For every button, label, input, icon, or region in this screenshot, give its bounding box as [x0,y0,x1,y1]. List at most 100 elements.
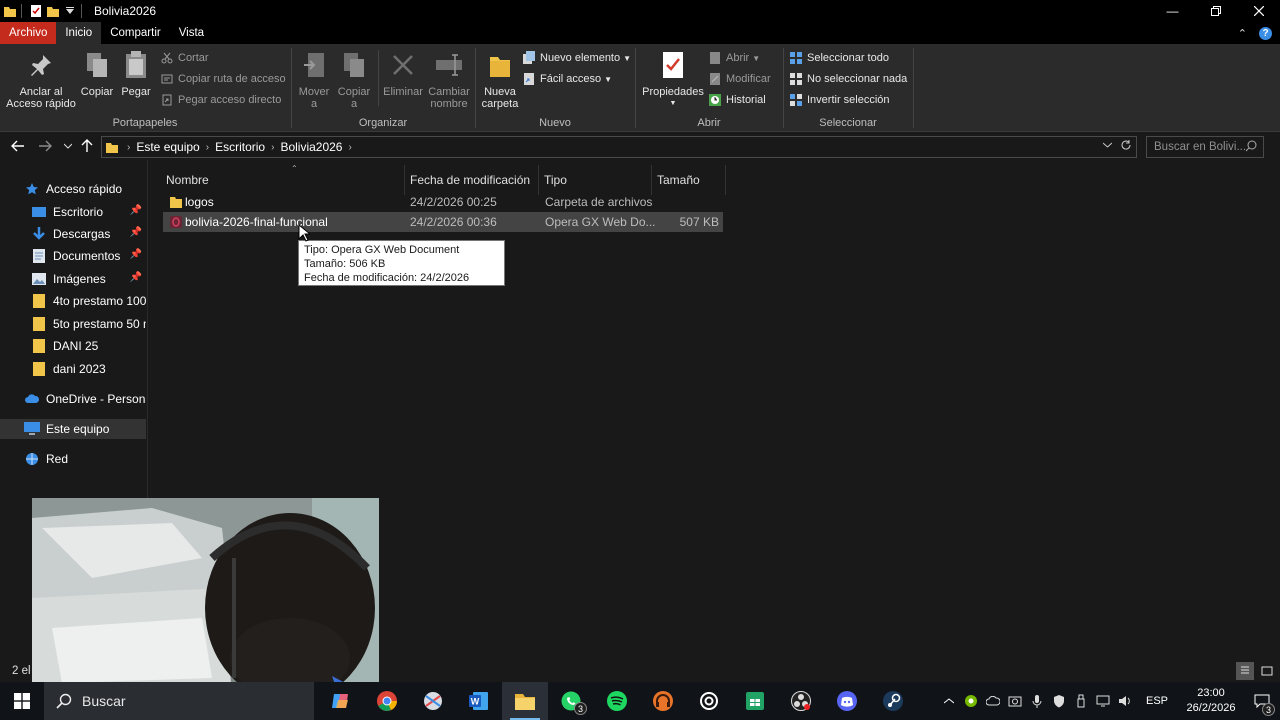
up-button[interactable] [77,136,97,156]
large-icons-view-button[interactable] [1258,662,1276,680]
address-history-dropdown[interactable] [1102,139,1113,154]
taskbar-app-chatgpt[interactable] [686,682,732,720]
taskbar-app-word[interactable]: W [456,682,502,720]
column-header-fecha[interactable]: Fecha de modificación [405,165,539,195]
tray-app-onedrive[interactable] [982,682,1004,720]
mouse-cursor-icon [298,224,310,242]
tray-camera-button[interactable] [1004,682,1026,720]
new-folder-label-2: carpeta [481,98,519,110]
forward-button[interactable] [35,136,55,156]
delete-button[interactable]: Eliminar [380,50,426,98]
customize-toolbar-icon[interactable] [63,4,77,18]
cut-button[interactable]: Cortar [160,49,209,67]
sidebar-item-dani-2023[interactable]: dani 2023 [0,359,146,379]
taskbar-clock[interactable]: 23:00 26/2/2026 [1178,686,1244,716]
address-bar[interactable]: › Este equipo › Escritorio › Bolivia2026… [101,136,1137,158]
help-icon[interactable]: ? [1259,26,1272,40]
rename-button[interactable]: Cambiar nombre [426,50,472,110]
history-button[interactable]: Historial [708,91,766,109]
copy-to-button[interactable]: Copiar a [334,50,374,110]
notification-center-button[interactable]: 3 [1244,682,1280,720]
select-all-button[interactable]: Seleccionar todo [789,49,889,67]
start-button[interactable] [0,682,44,720]
tray-microphone-button[interactable] [1026,682,1048,720]
paste-button[interactable]: Pegar [118,50,154,98]
sidebar-item-5to-prestamo[interactable]: 5to prestamo 50 mi [0,314,146,334]
sidebar-item-red[interactable]: Red [0,449,146,469]
taskbar-app-steam[interactable] [870,682,916,720]
column-header-tipo[interactable]: Tipo [539,165,652,195]
sidebar-item-escritorio[interactable]: Escritorio 📌 [0,202,146,222]
taskbar-app-snipping-tool[interactable] [410,682,456,720]
windows-logo-icon [14,693,30,709]
copy-button[interactable]: Copiar [78,50,116,98]
sidebar-item-documentos[interactable]: Documentos 📌 [0,246,146,266]
sidebar-item-imagenes[interactable]: Imágenes 📌 [0,269,146,289]
properties-icon[interactable] [29,4,43,18]
refresh-button[interactable] [1120,139,1132,154]
sidebar-item-este-equipo[interactable]: Este equipo [0,419,146,439]
tray-app-green[interactable] [960,682,982,720]
new-folder-button[interactable]: Nueva carpeta [478,50,522,110]
taskbar-app-sheets[interactable] [732,682,778,720]
recent-locations-button[interactable] [58,136,78,156]
select-none-button[interactable]: No seleccionar nada [789,70,907,88]
taskbar-app-obs[interactable] [778,682,824,720]
taskbar-app-file-explorer[interactable] [502,682,548,720]
breadcrumb-este-equipo[interactable]: Este equipo [132,140,203,154]
sidebar-item-4to-prestamo[interactable]: 4to prestamo 100 m [0,291,146,311]
sidebar-item-dani-25[interactable]: DANI 25 [0,336,146,356]
taskbar-app-copilot[interactable] [318,682,364,720]
tab-compartir[interactable]: Compartir [101,22,169,44]
tray-usb-button[interactable] [1070,682,1092,720]
open-button[interactable]: Abrir ▼ [708,49,760,67]
tab-inicio[interactable]: Inicio [56,22,102,44]
paste-shortcut-button[interactable]: Pegar acceso directo [160,91,281,109]
tab-archivo[interactable]: Archivo [0,22,57,44]
system-tray: ESP 23:00 26/2/2026 3 [938,682,1280,720]
tray-network-button[interactable] [1092,682,1114,720]
input-language[interactable]: ESP [1146,695,1168,707]
tray-volume-button[interactable] [1114,682,1136,720]
restore-button[interactable] [1194,0,1237,22]
edit-button[interactable]: Modificar [708,70,771,88]
file-row-bolivia-2026[interactable]: bolivia-2026-final-funcional 24/2/2026 0… [163,212,723,232]
close-button[interactable] [1237,0,1280,22]
tray-security-button[interactable] [1048,682,1070,720]
sidebar-item-onedrive[interactable]: OneDrive - Personal [0,389,146,409]
collapse-ribbon-icon[interactable]: ⌃ [1238,27,1247,40]
sidebar-item-descargas[interactable]: Descargas 📌 [0,224,146,244]
taskbar-app-chrome[interactable] [364,682,410,720]
minimize-button[interactable]: — [1151,0,1194,22]
taskbar-app-audio[interactable] [640,682,686,720]
column-header-tamano[interactable]: Tamaño [652,165,726,195]
properties-button[interactable]: Propiedades ▼ [640,50,706,110]
network-icon [26,453,38,465]
new-folder-icon[interactable] [46,4,60,18]
copy-path-button[interactable]: Copiar ruta de acceso [160,70,286,88]
invert-selection-button[interactable]: Invertir selección [789,91,890,109]
column-header-nombre[interactable]: ⌃ Nombre [161,164,405,195]
sidebar-item-acceso-rapido[interactable]: Acceso rápido [0,179,146,199]
breadcrumb-escritorio[interactable]: Escritorio [211,140,269,154]
breadcrumb-bolivia2026[interactable]: Bolivia2026 [276,140,346,154]
easy-access-button[interactable]: Fácil acceso ▼ [522,70,612,88]
taskbar-app-spotify[interactable] [594,682,640,720]
item-count: 2 el [12,665,31,677]
desktop-icon [32,207,46,217]
move-to-button[interactable]: Mover a [296,50,332,110]
taskbar-app-whatsapp[interactable]: 3 [548,682,594,720]
taskbar-app-discord[interactable] [824,682,870,720]
copilot-icon [332,694,348,708]
details-view-button[interactable] [1236,662,1254,680]
search-input[interactable]: Buscar en Bolivi... [1146,136,1264,158]
show-hidden-icons-button[interactable] [938,682,960,720]
pin-quick-access-button[interactable]: Anclar al Acceso rápido [6,50,76,110]
new-item-button[interactable]: Nuevo elemento ▼ [522,49,631,67]
file-row-logos[interactable]: logos 24/2/2026 00:25 Carpeta de archivo… [163,192,723,212]
back-button[interactable] [8,136,28,156]
taskbar-search-input[interactable]: Buscar [44,682,314,720]
window-title: Bolivia2026 [94,4,157,18]
sidebar-item-label: Escritorio [53,205,104,219]
tab-vista[interactable]: Vista [170,22,213,44]
